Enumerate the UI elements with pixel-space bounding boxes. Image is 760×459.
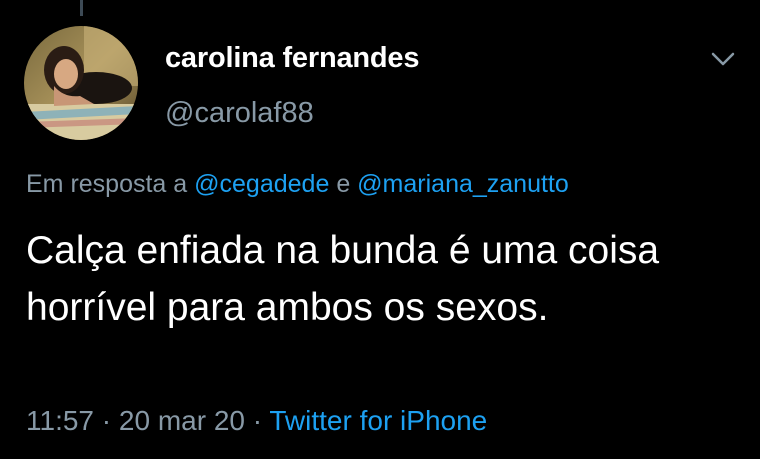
chevron-down-icon[interactable] — [708, 48, 738, 70]
thread-connector-line — [80, 0, 83, 16]
meta-separator: · — [252, 405, 263, 436]
tweet-time[interactable]: 11:57 — [26, 405, 94, 436]
meta-separator: · — [101, 405, 112, 436]
tweet-date[interactable]: 20 mar 20 — [119, 405, 245, 436]
author-handle[interactable]: @carolaf88 — [165, 97, 314, 130]
tweet-text: Calça enfiada na bunda é uma coisa horrí… — [26, 229, 660, 329]
mention-link-mariana-zanutto[interactable]: @mariana_zanutto — [357, 170, 569, 198]
avatar[interactable] — [24, 26, 138, 140]
tweet-metadata: 11:57 · 20 mar 20 · Twitter for iPhone — [26, 405, 487, 437]
mention-link-cegadede[interactable]: @cegadede — [194, 170, 329, 198]
reply-conjunction: e — [336, 170, 351, 198]
avatar-photo — [24, 26, 138, 140]
tweet-source-link[interactable]: Twitter for iPhone — [269, 405, 487, 436]
reply-prefix: Em resposta a — [26, 170, 188, 198]
reply-context: Em resposta a @cegadede e @mariana_zanut… — [26, 170, 569, 199]
author-display-name[interactable]: carolina fernandes — [165, 42, 419, 75]
